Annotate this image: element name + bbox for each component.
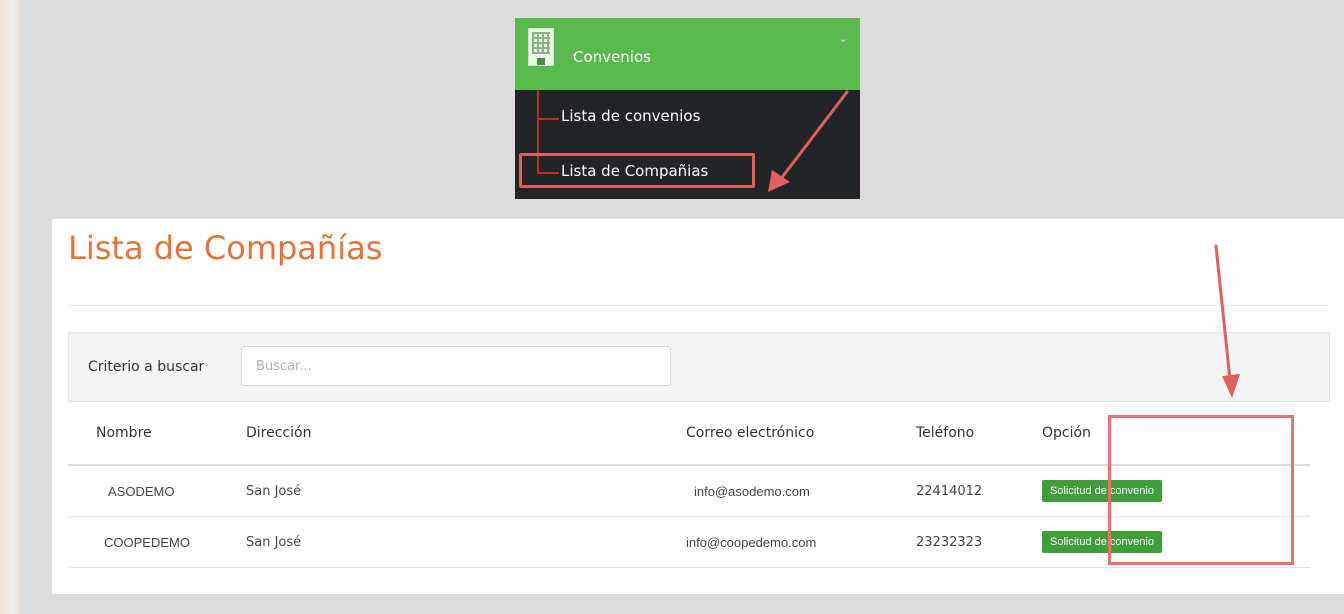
annotation-arrow — [768, 90, 849, 192]
annotation-arrow — [1214, 244, 1240, 398]
annotation-arrows — [768, 90, 1240, 398]
